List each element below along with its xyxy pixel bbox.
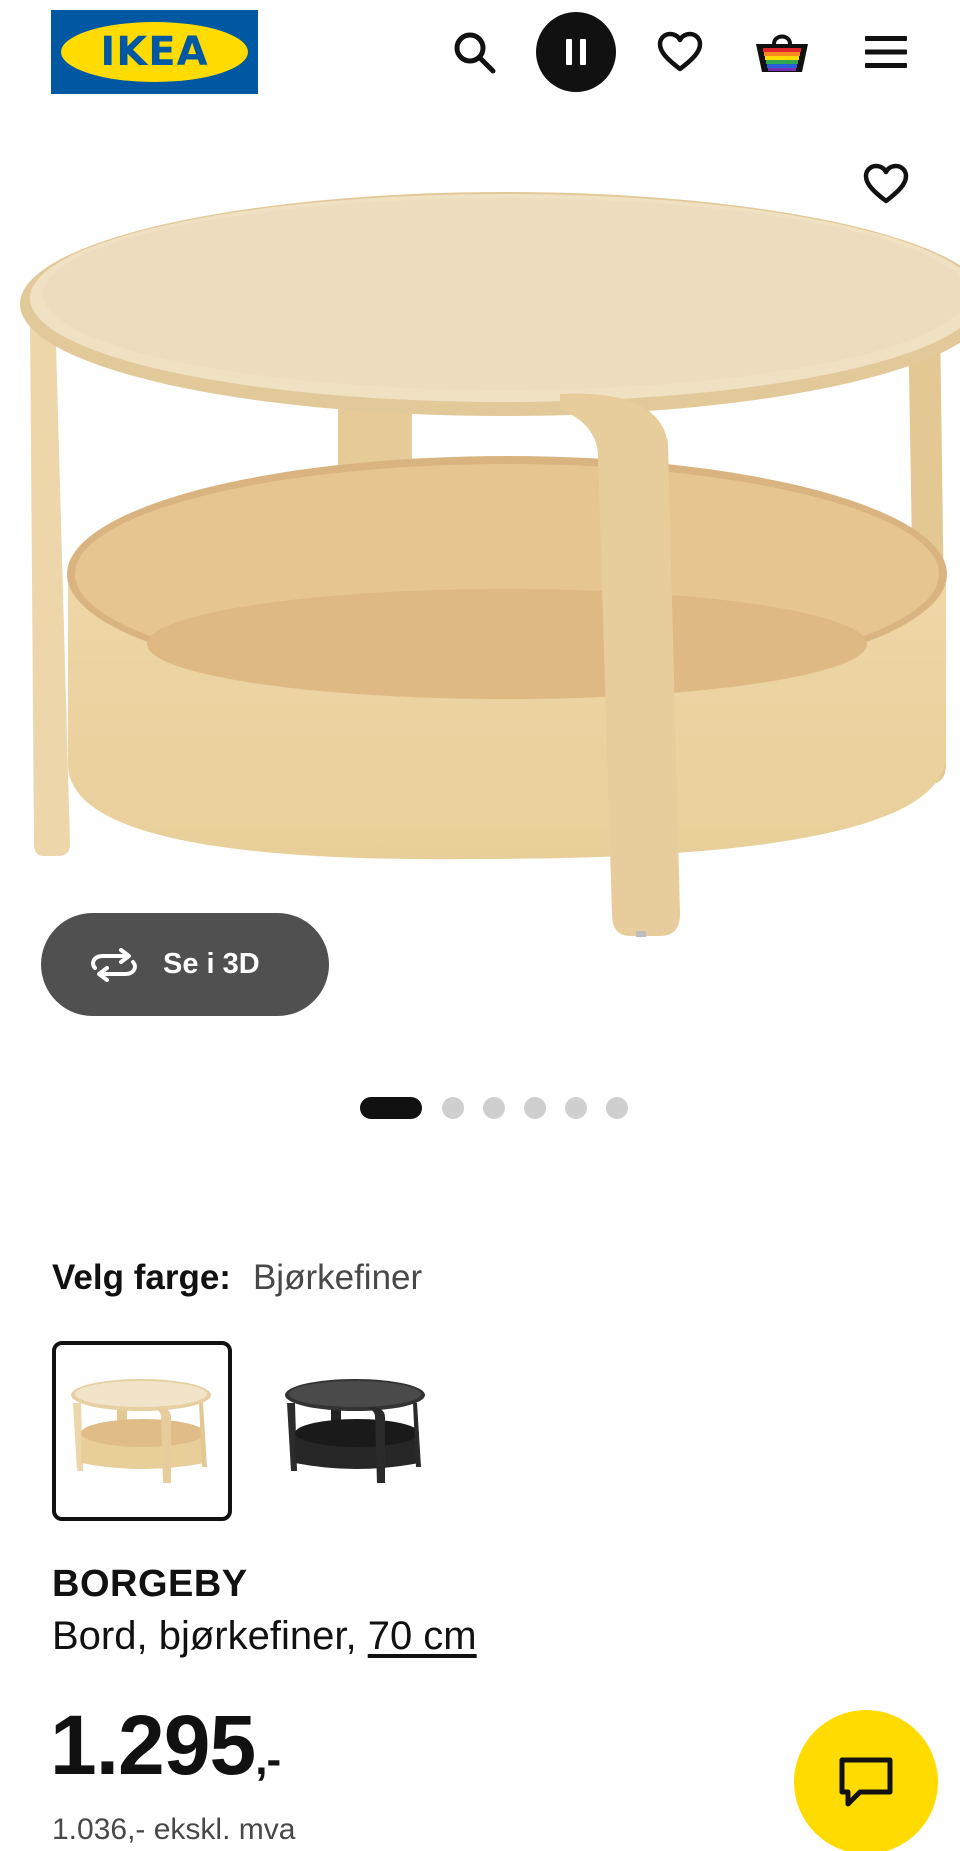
carousel-dot-2[interactable]	[442, 1097, 464, 1119]
color-swatch-birch[interactable]	[52, 1341, 232, 1521]
carousel-dot-4[interactable]	[524, 1097, 546, 1119]
chat-icon	[839, 1757, 893, 1807]
color-picker-heading: Velg farge: Bjørkefiner	[52, 1258, 422, 1298]
view-3d-button[interactable]: Se i 3D	[41, 913, 329, 1016]
product-desc-text: Bord, bjørkefiner,	[52, 1614, 357, 1658]
search-icon[interactable]	[434, 12, 514, 92]
color-selected-value: Bjørkefiner	[252, 1258, 423, 1297]
price-value: 1.295	[50, 1698, 256, 1792]
carousel-dot-5[interactable]	[565, 1097, 587, 1119]
product-name: BORGEBY	[52, 1563, 248, 1605]
black-table-thumbnail	[285, 1379, 425, 1483]
rotate-icon	[91, 947, 137, 982]
hero-heart-icon[interactable]	[846, 144, 926, 224]
carousel-indicators	[0, 1097, 960, 1119]
color-swatch-black[interactable]	[266, 1341, 446, 1521]
carousel-dot-3[interactable]	[483, 1097, 505, 1119]
favorites-heart-icon[interactable]	[640, 12, 720, 92]
product-description: Bord, bjørkefiner, 70 cm	[52, 1614, 477, 1659]
pause-button[interactable]	[536, 12, 616, 92]
carousel-dot-1[interactable]	[360, 1097, 422, 1119]
birch-table-thumbnail	[71, 1379, 211, 1483]
view-3d-label: Se i 3D	[163, 948, 260, 980]
price-excl-vat: 1.036,- ekskl. mva	[52, 1813, 296, 1846]
product-size-link[interactable]: 70 cm	[368, 1614, 477, 1658]
product-hero: Se i 3D	[0, 104, 960, 1094]
menu-icon[interactable]	[846, 12, 926, 92]
site-header: IKEA	[0, 0, 960, 104]
logo-oval: IKEA	[61, 22, 248, 82]
basket-icon[interactable]	[742, 12, 822, 92]
pause-icon	[566, 39, 586, 65]
logo-text: IKEA	[100, 29, 209, 75]
ikea-logo[interactable]: IKEA	[51, 10, 258, 94]
carousel-dot-6[interactable]	[606, 1097, 628, 1119]
product-price: 1.295,-	[50, 1698, 281, 1805]
price-suffix: ,-	[255, 1735, 281, 1784]
chat-button[interactable]	[794, 1710, 938, 1851]
color-label: Velg farge:	[52, 1258, 231, 1297]
